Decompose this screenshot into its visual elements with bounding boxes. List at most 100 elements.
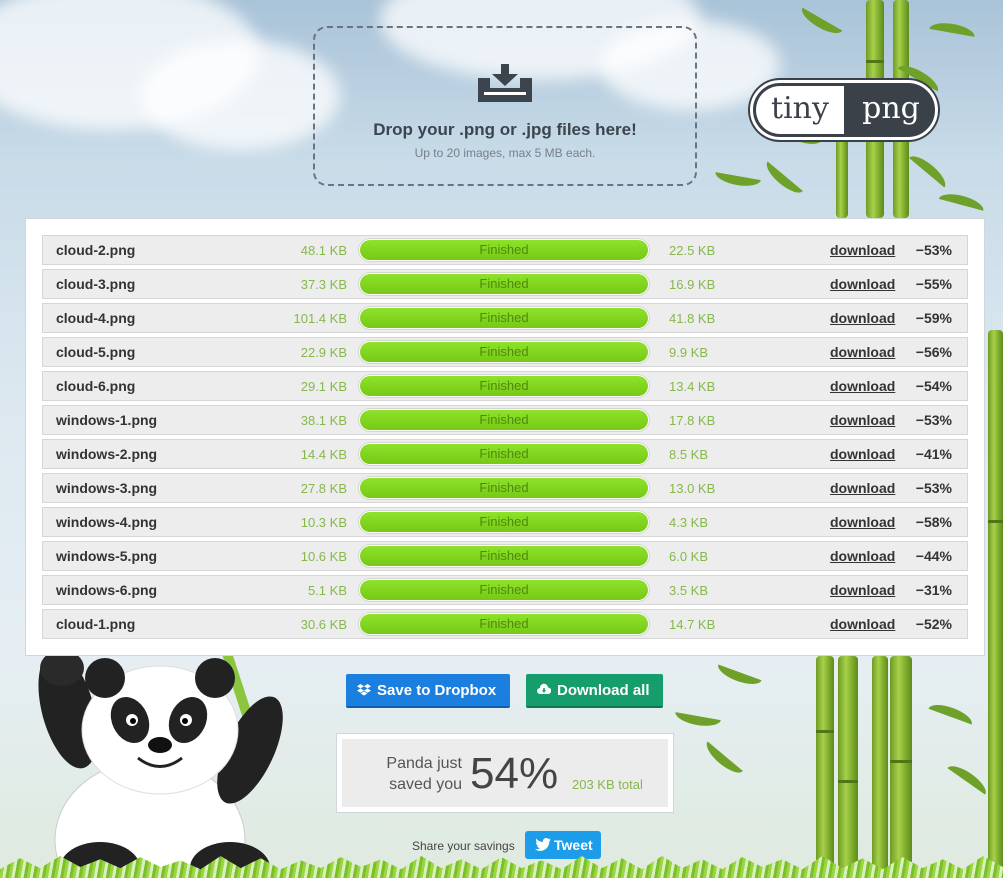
- compressed-size: 9.9 KB: [669, 345, 709, 360]
- compressed-size: 6.0 KB: [669, 549, 709, 564]
- download-link[interactable]: download: [830, 480, 895, 496]
- cloud-download-icon: [537, 683, 551, 694]
- download-link[interactable]: download: [830, 548, 895, 564]
- progress-fill: Finished: [360, 512, 648, 532]
- file-name: cloud-2.png: [56, 242, 136, 258]
- download-link[interactable]: download: [830, 242, 895, 258]
- file-row: cloud-4.png 101.4 KB Finished 41.8 KB downlo…: [42, 303, 968, 333]
- compressed-size: 13.4 KB: [669, 379, 716, 394]
- saving-percent: −54%: [915, 378, 952, 394]
- save-to-dropbox-button[interactable]: Save to Dropbox: [346, 674, 510, 708]
- progress-bar: Finished: [358, 578, 650, 602]
- savings-label: Panda just saved you: [386, 755, 462, 793]
- dropzone-title: Drop your .png or .jpg files here!: [373, 120, 637, 139]
- compressed-size: 22.5 KB: [669, 243, 716, 258]
- download-tray-icon: [478, 64, 532, 102]
- download-link[interactable]: download: [830, 412, 895, 428]
- saving-percent: −56%: [915, 344, 952, 360]
- twitter-bird-icon: [535, 838, 551, 851]
- logo-png-text: png: [862, 91, 920, 126]
- file-row: windows-2.png 14.4 KB Finished 8.5 KB downlo…: [42, 439, 968, 469]
- progress-bar: Finished: [358, 442, 650, 466]
- download-link[interactable]: download: [830, 378, 895, 394]
- original-size: 37.3 KB: [300, 277, 347, 292]
- progress-bar: Finished: [358, 272, 650, 296]
- cloud-decoration: [140, 40, 340, 150]
- progress-fill: Finished: [360, 342, 648, 362]
- file-row: windows-4.png 10.3 KB Finished 4.3 KB downlo…: [42, 507, 968, 537]
- progress-bar: Finished: [358, 238, 650, 262]
- original-size: 14.4 KB: [300, 447, 347, 462]
- saving-percent: −52%: [915, 616, 952, 632]
- panda-mascot: [38, 645, 283, 878]
- compressed-size: 13.0 KB: [669, 481, 716, 496]
- download-link[interactable]: download: [830, 310, 895, 326]
- progress-bar: Finished: [358, 510, 650, 534]
- file-row: cloud-5.png 22.9 KB Finished 9.9 KB download…: [42, 337, 968, 367]
- file-row: windows-5.png 10.6 KB Finished 6.0 KB downlo…: [42, 541, 968, 571]
- file-row: cloud-2.png 48.1 KB Finished 22.5 KB downloa…: [42, 235, 968, 265]
- download-all-label: Download all: [557, 682, 650, 699]
- tweet-button[interactable]: Tweet: [525, 831, 601, 859]
- download-link[interactable]: download: [830, 344, 895, 360]
- download-link[interactable]: download: [830, 582, 895, 598]
- original-size: 48.1 KB: [300, 243, 347, 258]
- file-name: cloud-4.png: [56, 310, 136, 326]
- savings-percent: 54%: [470, 749, 559, 798]
- progress-fill: Finished: [360, 580, 648, 600]
- original-size: 10.3 KB: [300, 515, 347, 530]
- file-name: cloud-5.png: [56, 344, 136, 360]
- original-size: 27.8 KB: [300, 481, 347, 496]
- file-name: windows-2.png: [56, 446, 158, 462]
- download-link[interactable]: download: [830, 616, 895, 632]
- original-size: 30.6 KB: [300, 617, 347, 632]
- progress-fill: Finished: [360, 444, 648, 464]
- savings-box: Panda just saved you 54% 203 KB total: [336, 733, 674, 813]
- download-link[interactable]: download: [830, 446, 895, 462]
- progress-fill: Finished: [360, 478, 648, 498]
- dropbox-icon: [357, 684, 371, 696]
- progress-bar: Finished: [358, 476, 650, 500]
- tinypng-logo[interactable]: tiny png: [750, 80, 938, 140]
- dropzone-subtitle: Up to 20 images, max 5 MB each.: [414, 146, 596, 160]
- progress-fill: Finished: [360, 614, 648, 634]
- tweet-label: Tweet: [554, 837, 593, 853]
- share-label: Share your savings: [412, 839, 515, 853]
- file-name: windows-4.png: [56, 514, 158, 530]
- save-to-dropbox-label: Save to Dropbox: [377, 682, 497, 699]
- original-size: 5.1 KB: [307, 583, 347, 598]
- saving-percent: −44%: [915, 548, 952, 564]
- file-row: cloud-6.png 29.1 KB Finished 13.4 KB downloa…: [42, 371, 968, 401]
- compressed-size: 14.7 KB: [669, 617, 716, 632]
- original-size: 29.1 KB: [300, 379, 347, 394]
- file-row: windows-3.png 27.8 KB Finished 13.0 KB downl…: [42, 473, 968, 503]
- saving-percent: −55%: [915, 276, 952, 292]
- progress-bar: Finished: [358, 408, 650, 432]
- compressed-size: 4.3 KB: [669, 515, 709, 530]
- file-name: windows-1.png: [56, 412, 158, 428]
- progress-fill: Finished: [360, 546, 648, 566]
- logo-tiny-text: tiny: [756, 86, 844, 134]
- file-row: windows-6.png 5.1 KB Finished 3.5 KB downloa…: [42, 575, 968, 605]
- file-name: cloud-3.png: [56, 276, 136, 292]
- compressed-size: 8.5 KB: [669, 447, 709, 462]
- file-name: cloud-6.png: [56, 378, 136, 394]
- file-name: windows-6.png: [56, 582, 158, 598]
- saving-percent: −41%: [915, 446, 952, 462]
- original-size: 22.9 KB: [300, 345, 347, 360]
- progress-bar: Finished: [358, 544, 650, 568]
- dropzone[interactable]: Drop your .png or .jpg files here! Up to…: [313, 26, 697, 186]
- progress-bar: Finished: [358, 612, 650, 636]
- saving-percent: −53%: [915, 480, 952, 496]
- download-link[interactable]: download: [830, 276, 895, 292]
- download-all-button[interactable]: Download all: [526, 674, 663, 708]
- file-name: windows-5.png: [56, 548, 158, 564]
- download-link[interactable]: download: [830, 514, 895, 530]
- progress-fill: Finished: [360, 274, 648, 294]
- progress-fill: Finished: [360, 240, 648, 260]
- file-name: windows-3.png: [56, 480, 158, 496]
- file-name: cloud-1.png: [56, 616, 136, 632]
- compressed-size: 16.9 KB: [669, 277, 716, 292]
- saving-percent: −58%: [915, 514, 952, 530]
- original-size: 101.4 KB: [293, 311, 348, 326]
